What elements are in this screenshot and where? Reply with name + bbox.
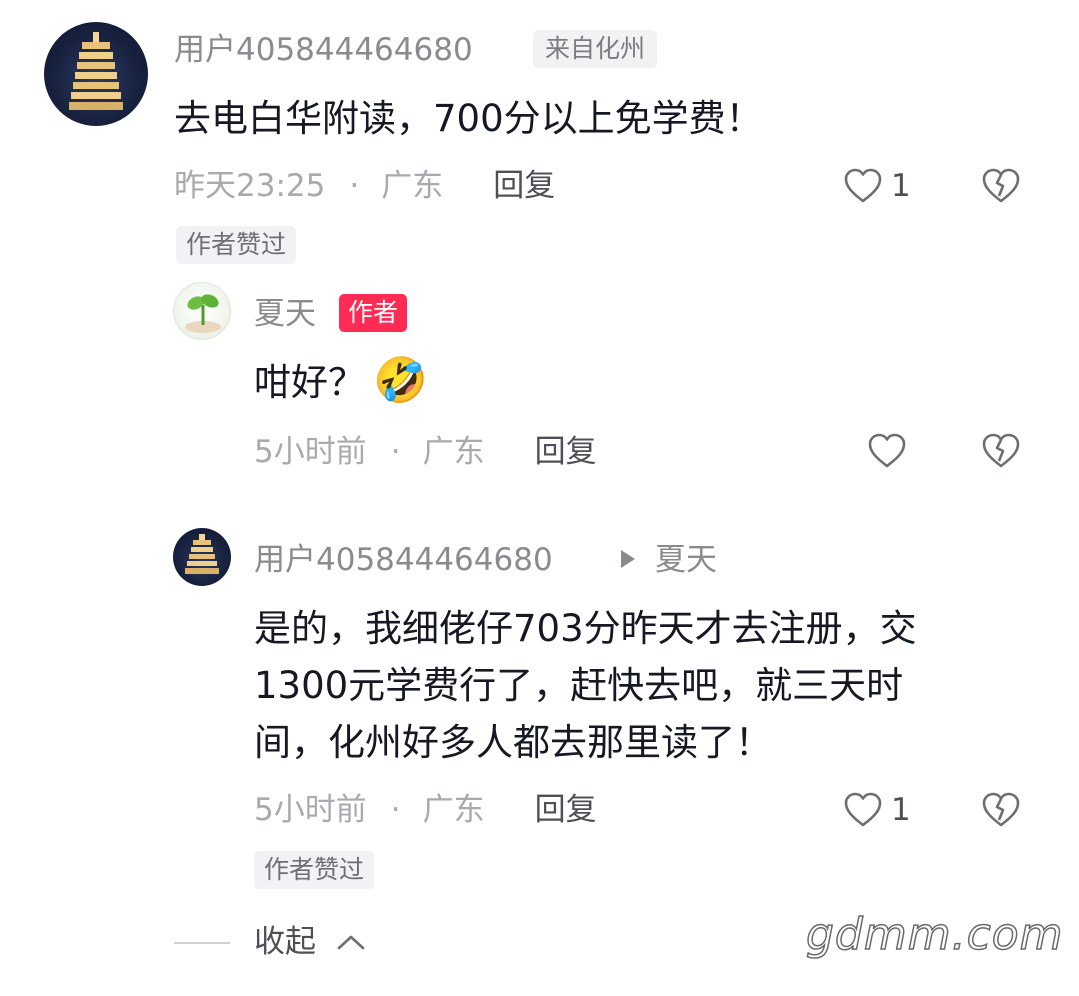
reply-meta: 5小时前 · 广东 回复 [254,432,597,472]
meta-separator: · [349,168,360,204]
meta-separator: · [390,434,401,470]
author-badge: 作者 [339,294,408,332]
avatar[interactable] [173,282,231,340]
content-line: 1300元学费行了，赶快去吧，就三天时 [254,664,904,707]
location-badge: 来自化州 [533,30,658,68]
like-button[interactable]: 1 [843,166,923,206]
laughing-emoji: 🤣 [373,355,428,406]
comment-username[interactable]: 用户405844464680 [174,30,473,70]
collapse-divider [174,942,230,944]
reply-time: 5小时前 [254,434,367,470]
reply-content: 是的，我细佬仔703分昨天才去注册，交 1300元学费行了，赶快去吧，就三天时 … [254,600,917,771]
author-liked-badge: 作者赞过 [176,226,297,264]
reply-content: 咁好？ 🤣 [254,352,428,411]
reply-location: 广东 [422,434,485,470]
comment-meta: 昨天23:25 · 广东 回复 [174,166,555,206]
chevron-up-icon [337,935,365,950]
sprout-image [185,294,221,333]
like-count: 1 [891,168,911,204]
heart-outline-icon [844,168,882,203]
heart-outline-icon [844,792,882,827]
triangle-right-icon [621,550,635,568]
author-liked-badge: 作者赞过 [254,851,375,889]
reply-location: 广东 [422,792,485,828]
broken-heart-icon[interactable] [981,167,1021,205]
meta-separator: · [390,792,401,828]
like-button[interactable]: 1 [843,790,923,830]
pagoda-image [69,32,123,110]
reply-meta: 5小时前 · 广东 回复 [254,790,597,830]
comment-content: 去电白华附读，700分以上免学费！ [174,97,763,140]
content-line: 间，化州好多人都去那里读了！ [254,721,772,764]
comment-location: 广东 [381,168,444,204]
broken-heart-icon[interactable] [981,432,1021,470]
like-count: 1 [891,792,911,828]
pagoda-image [185,534,219,574]
reply-to-username[interactable]: 夏天 [655,540,717,580]
reply-button[interactable]: 回复 [493,168,555,204]
content-line: 是的，我细佬仔703分昨天才去注册，交 [254,607,917,650]
avatar[interactable] [173,528,231,586]
reply-username[interactable]: 夏天 [254,294,316,334]
avatar[interactable] [44,22,148,126]
reply-time: 5小时前 [254,792,367,828]
collapse-label: 收起 [254,924,316,960]
reply-text: 咁好？ [254,361,365,404]
collapse-button[interactable]: 收起 [254,922,374,962]
heart-outline-icon[interactable] [867,432,907,470]
watermark: gdmm.com [805,909,1064,961]
reply-button[interactable]: 回复 [535,792,597,828]
reply-username[interactable]: 用户405844464680 [254,540,553,580]
broken-heart-icon[interactable] [981,791,1021,829]
reply-button[interactable]: 回复 [535,434,597,470]
comment-time: 昨天23:25 [174,168,326,204]
